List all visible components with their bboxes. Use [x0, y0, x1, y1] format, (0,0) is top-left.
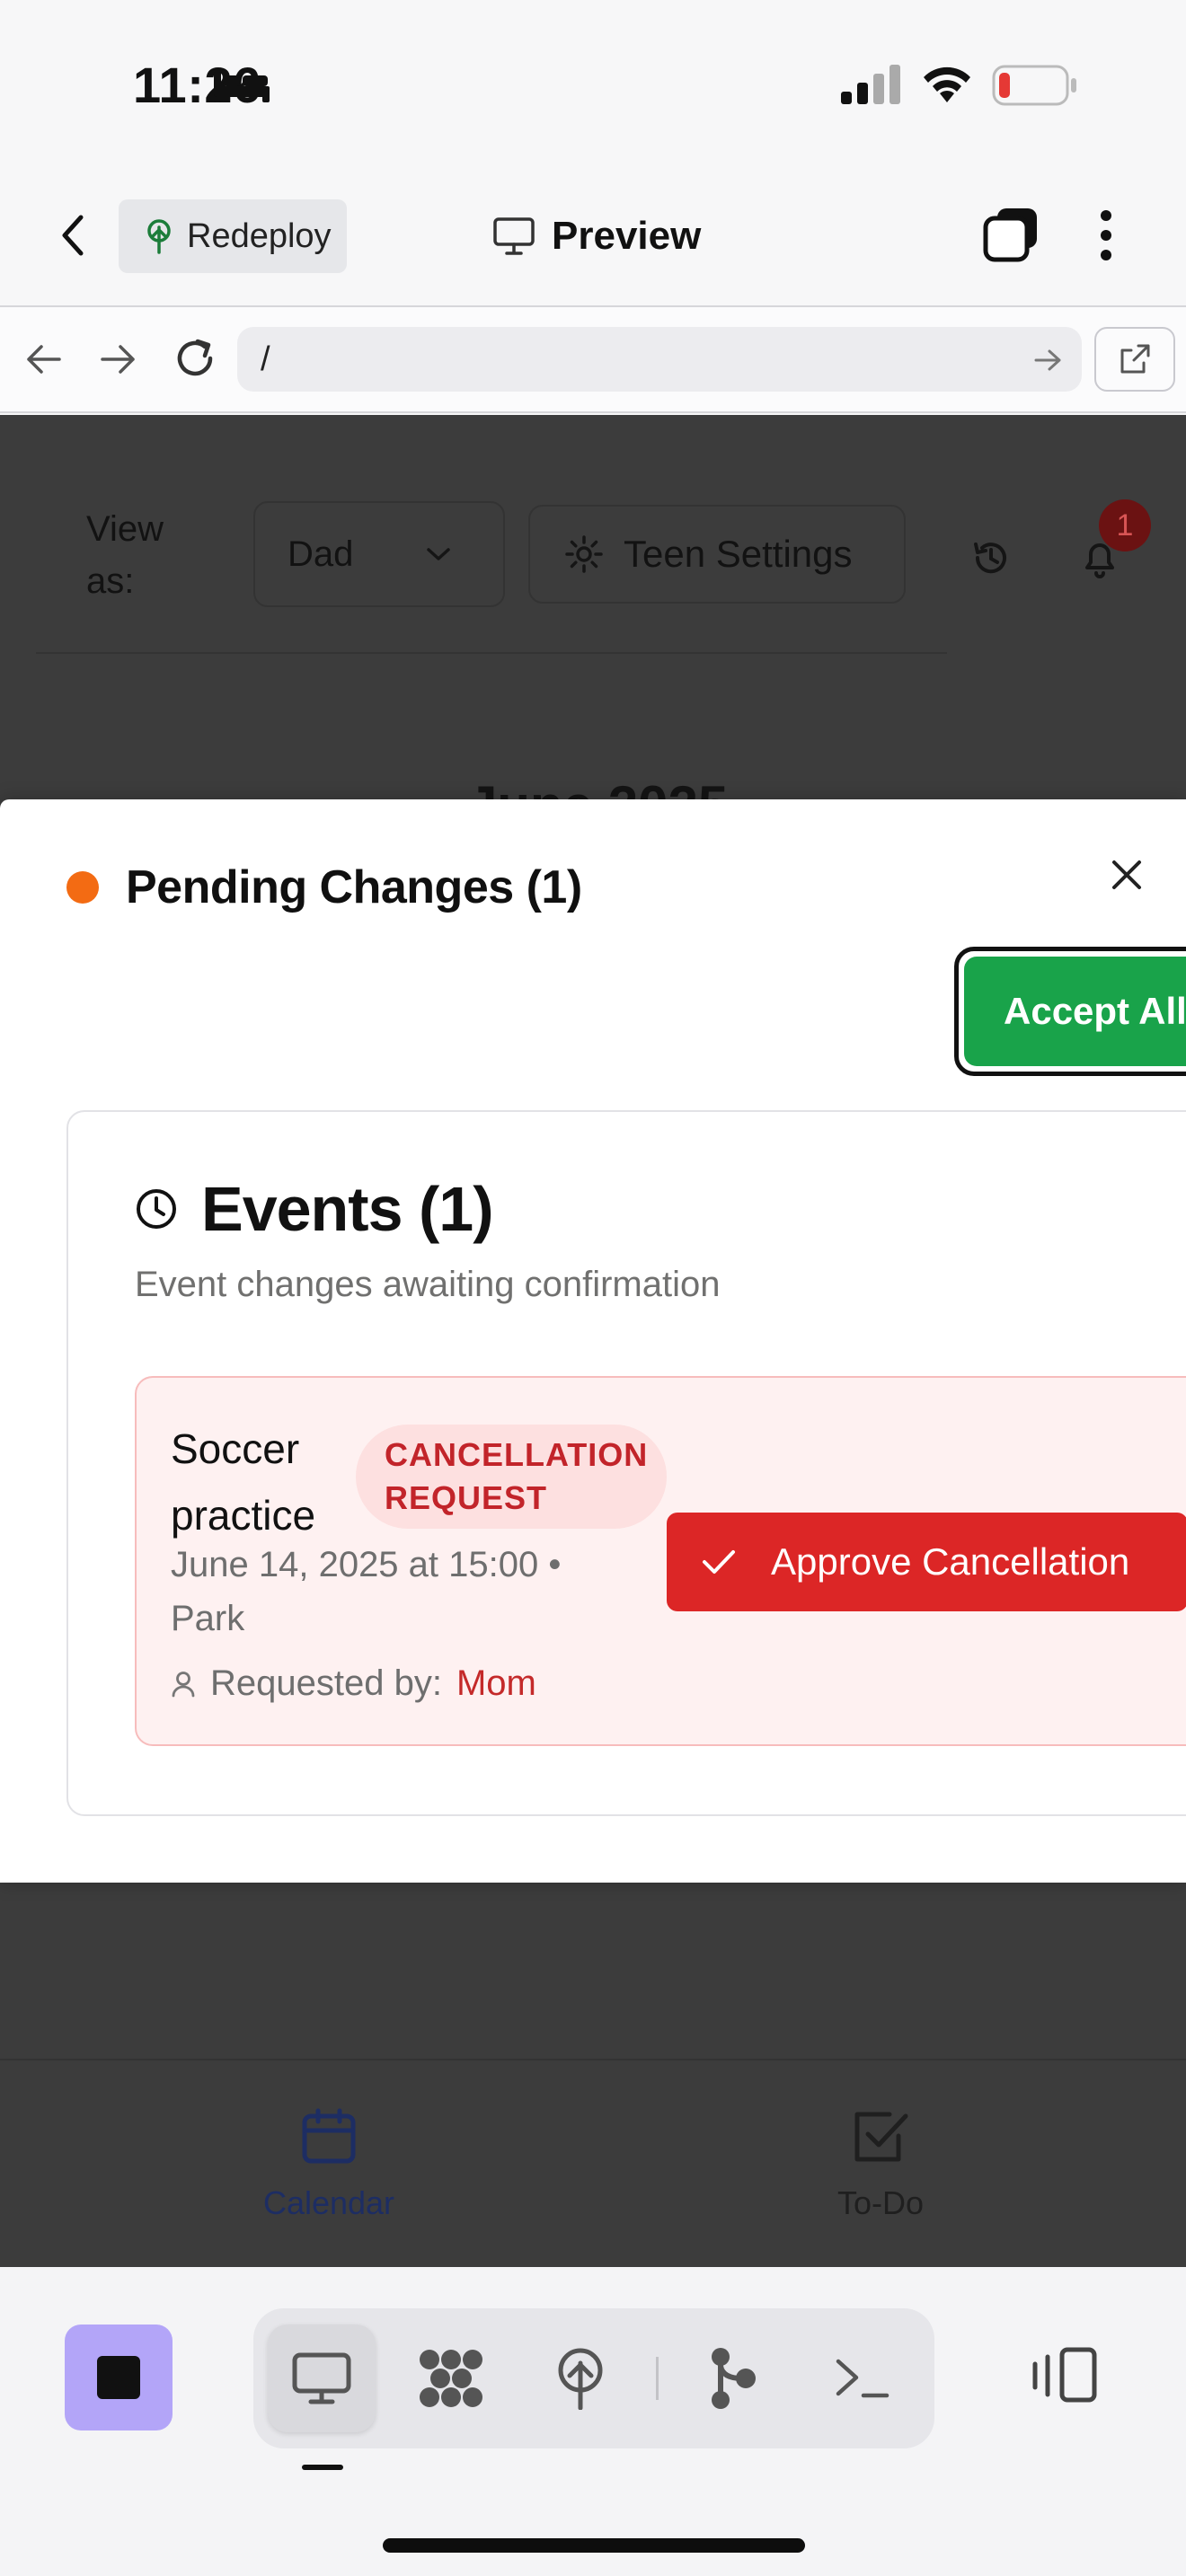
external-link-icon: [1117, 341, 1153, 377]
accept-all-focus-ring: Accept All: [954, 947, 1186, 1076]
cancellation-request-badge: CANCELLATION REQUEST: [356, 1425, 667, 1529]
modal-title-text: Pending Changes (1): [126, 861, 582, 913]
close-icon: [1111, 859, 1143, 891]
close-modal-button[interactable]: [1098, 846, 1155, 904]
event-requested-by: Requested by: Mom: [171, 1663, 536, 1704]
monitor-icon: [291, 2351, 352, 2405]
tool-separator: [656, 2357, 659, 2400]
requested-by-label: Requested by:: [210, 1663, 442, 1703]
event-name: Soccer practice: [171, 1425, 316, 1539]
more-options-icon[interactable]: [1093, 208, 1120, 262]
calendar-icon: [300, 2107, 358, 2165]
tool-git[interactable]: [679, 2325, 787, 2432]
clock-icon: [135, 1187, 178, 1231]
tool-shell[interactable]: [809, 2325, 916, 2432]
check-icon: [701, 1548, 737, 1576]
view-as-label: View as:: [86, 509, 164, 601]
view-as-select[interactable]: Dad: [253, 501, 505, 607]
go-arrow-icon[interactable]: [1033, 347, 1064, 374]
monitor-icon: [492, 216, 535, 256]
browser-back-icon[interactable]: [23, 341, 63, 377]
redeploy-label: Redeploy: [187, 216, 332, 255]
chevron-down-icon: [425, 545, 452, 563]
accept-all-button[interactable]: Accept All: [964, 957, 1186, 1066]
modal-title: Pending Changes (1): [66, 860, 582, 914]
wifi-icon: [920, 63, 974, 104]
teen-settings-label: Teen Settings: [624, 533, 853, 575]
device-panel-icon[interactable]: [1031, 2344, 1100, 2413]
preview-title: Preview: [492, 207, 701, 266]
tab-calendar-label: Calendar: [262, 2184, 395, 2221]
pending-status-dot: [66, 871, 99, 904]
view-as-value: Dad: [288, 534, 354, 574]
stop-button[interactable]: [65, 2325, 173, 2430]
gear-icon: [564, 534, 604, 574]
git-branch-icon: [706, 2346, 760, 2411]
home-indicator: [383, 2538, 805, 2553]
events-card-title: Events (1): [135, 1173, 494, 1245]
sleep-mode-bed-icon: [212, 68, 271, 104]
tab-calendar[interactable]: Calendar: [194, 2107, 464, 2222]
event-date-location: June 14, 2025 at 15:00 • Park: [171, 1545, 562, 1638]
terminal-icon: [835, 2356, 890, 2401]
cellular-signal-icon: [841, 65, 902, 104]
open-external-button[interactable]: [1094, 327, 1175, 392]
browser-forward-icon[interactable]: [99, 341, 138, 377]
tree-deploy-icon: [144, 218, 174, 254]
deploy-tree-icon: [552, 2347, 609, 2410]
notification-badge: 1: [1099, 499, 1151, 551]
events-card-title-text: Events (1): [201, 1174, 494, 1244]
approve-cancellation-button[interactable]: Approve Cancellation: [667, 1513, 1186, 1611]
teen-settings-button[interactable]: Teen Settings: [528, 505, 906, 604]
events-card-subtitle: Event changes awaiting confirmation: [135, 1265, 721, 1304]
reload-icon[interactable]: [173, 336, 217, 381]
cluster-icon: [417, 2347, 485, 2410]
url-text: /: [261, 340, 270, 378]
tool-preview[interactable]: [268, 2325, 376, 2432]
tabs-switcher-icon[interactable]: [983, 207, 1039, 262]
active-tool-indicator: [302, 2465, 343, 2470]
tool-deploy[interactable]: [527, 2325, 634, 2432]
tab-todo-label: To-Do: [836, 2184, 925, 2221]
preview-label: Preview: [552, 214, 702, 258]
url-field[interactable]: /: [237, 327, 1082, 392]
approve-cancellation-label: Approve Cancellation: [771, 1540, 1130, 1583]
history-icon[interactable]: [970, 537, 1012, 578]
battery-icon: [992, 65, 1078, 106]
stop-square-icon: [95, 2354, 142, 2401]
user-icon: [171, 1671, 196, 1698]
requested-by-name: Mom: [456, 1663, 536, 1703]
back-chevron-icon[interactable]: [56, 212, 92, 259]
tab-bar-divider: [0, 2059, 1186, 2060]
tool-workflows[interactable]: [397, 2325, 505, 2432]
checkbox-icon: [852, 2107, 909, 2165]
tab-todo[interactable]: To-Do: [746, 2107, 1015, 2222]
header-divider: [36, 652, 947, 654]
redeploy-button[interactable]: Redeploy: [119, 199, 347, 273]
